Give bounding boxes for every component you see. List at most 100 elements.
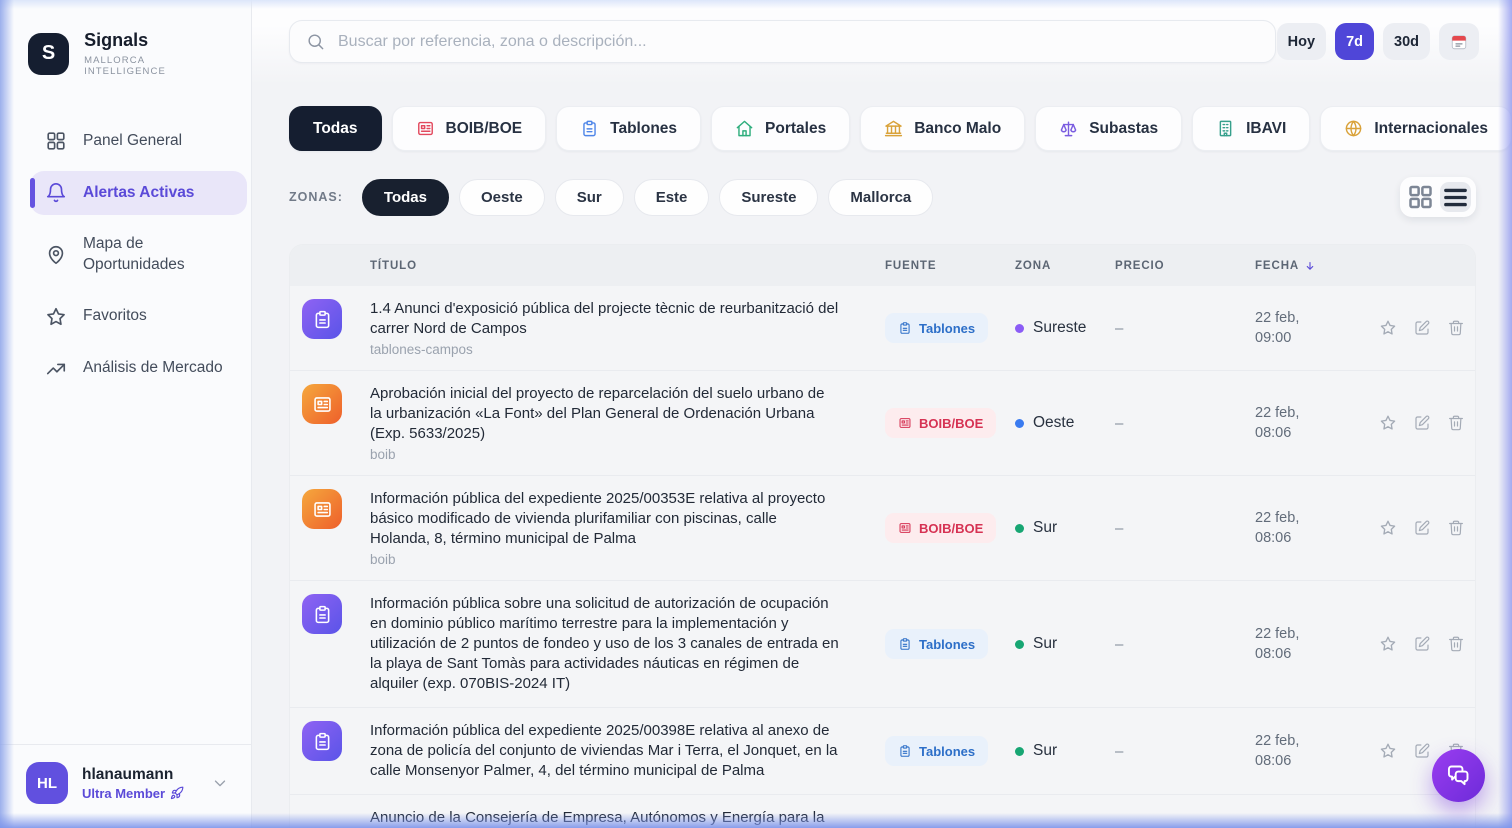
row-actions [1375,414,1475,432]
source-filter-internacionales[interactable]: Internacionales [1320,106,1512,151]
edit-button[interactable] [1413,519,1431,537]
favorite-button[interactable] [1379,519,1397,537]
edit-button[interactable] [1413,635,1431,653]
edit-button[interactable] [1413,319,1431,337]
delete-button[interactable] [1447,519,1465,537]
source-badge: BOIB/BOE [885,513,996,543]
column-header-precio[interactable]: PRECIO [1115,260,1255,272]
delete-button[interactable] [1447,635,1465,653]
chevron-down-icon[interactable] [211,774,229,792]
sidebar-item-favoritos[interactable]: Favoritos [30,295,247,339]
row-type-clipboard-icon [302,594,342,634]
delete-button[interactable] [1447,414,1465,432]
sidebar-item-analisis-de-mercado[interactable]: Análisis de Mercado [30,347,247,391]
time-filter-hoy[interactable]: Hoy [1277,23,1326,60]
newspaper-icon [898,416,912,430]
row-title: 1.4 Anunci d'exposició pública del proje… [370,299,839,339]
row-title: Anuncio de la Consejería de Empresa, Aut… [370,808,839,828]
sidebar-item-label: Mapa de Oportunidades [83,234,232,276]
table-row[interactable]: Aprobación inicial del proyecto de repar… [290,370,1475,475]
row-title: Información pública sobre una solicitud … [370,594,839,694]
grid-view-button[interactable] [1405,182,1436,212]
sidebar-item-mapa-de-oportunidades[interactable]: Mapa de Oportunidades [30,223,247,287]
source-filter-ibavi[interactable]: IBAVI [1192,106,1310,151]
table-row[interactable]: Anuncio de la Consejería de Empresa, Aut… [290,794,1475,828]
newspaper-icon [898,521,912,535]
column-header-titulo[interactable]: TÍTULO [370,260,885,272]
zone-cell: Sureste [1015,319,1115,337]
zones-label: ZONAS: [289,190,343,204]
delete-button[interactable] [1447,319,1465,337]
chat-bubbles-icon [1445,762,1472,789]
date-cell: 22 feb,08:06 [1255,624,1375,664]
row-title: Información pública del expediente 2025/… [370,489,839,549]
favorite-button[interactable] [1379,635,1397,653]
sidebar: S Signals MALLORCA INTELLIGENCE Panel Ge… [0,0,252,828]
zones-row: ZONAS: Todas Oeste Sur EsteSureste Mallorca [289,177,1476,217]
chat-fab[interactable] [1432,749,1485,802]
table-row[interactable]: Información pública del expediente 2025/… [290,475,1475,580]
edit-button[interactable] [1413,742,1431,760]
column-header-zona[interactable]: ZONA [1015,260,1115,272]
search-input[interactable] [338,33,1259,51]
column-header-fuente[interactable]: FUENTE [885,260,1015,272]
clipboard-icon [898,744,912,758]
user-name: hlanaumann [82,766,184,784]
zone-cell: Oeste [1015,414,1115,432]
table-row[interactable]: Información pública sobre una solicitud … [290,580,1475,707]
clipboard-icon [898,637,912,651]
table-row[interactable]: Información pública del expediente 2025/… [290,707,1475,794]
favorite-button[interactable] [1379,742,1397,760]
source-filter-banco-malo[interactable]: Banco Malo [860,106,1025,151]
column-header-fecha[interactable]: FECHA [1255,260,1375,272]
edit-button[interactable] [1413,414,1431,432]
source-filter-boib-boe[interactable]: BOIB/BOE [392,106,547,151]
zone-dot [1015,419,1024,428]
clipboard-icon [898,321,912,335]
time-filter-calendar[interactable] [1439,23,1479,60]
favorite-button[interactable] [1379,319,1397,337]
list-view-button[interactable] [1440,182,1471,212]
sidebar-item-alertas-activas[interactable]: Alertas Activas [30,171,247,215]
zone-pill-mallorca[interactable]: Mallorca [828,179,933,216]
zone-pill-este[interactable]: Este [634,179,710,216]
app-window: S Signals MALLORCA INTELLIGENCE Panel Ge… [0,0,1512,828]
row-subtitle: boib [370,552,839,567]
globe-icon [1344,119,1363,138]
zone-pill-sur[interactable]: Sur [555,179,624,216]
zone-pill-sureste[interactable]: Sureste [719,179,818,216]
row-subtitle: tablones-campos [370,342,839,357]
alerts-table: TÍTULOFUENTEZONAPRECIOFECHA 1.4 Anunci d… [289,244,1476,828]
zone-pill-oeste[interactable]: Oeste [459,179,545,216]
topbar: Hoy7d30d [252,0,1512,85]
user-card[interactable]: HL hlanaumann Ultra Member [0,744,251,828]
row-title: Aprobación inicial del proyecto de repar… [370,384,839,444]
row-subtitle: boib [370,447,839,462]
source-filter-subastas[interactable]: Subastas [1035,106,1182,151]
edit-icon [1413,414,1431,432]
search-icon [306,32,325,51]
time-filter-7d[interactable]: 7d [1335,23,1374,60]
trash-icon [1447,519,1465,537]
sidebar-item-label: Panel General [83,131,182,152]
zone-dot [1015,324,1024,333]
content: TodasBOIB/BOETablonesPortalesBanco MaloS… [252,85,1512,828]
favorite-button[interactable] [1379,414,1397,432]
zone-cell: Sur [1015,635,1115,653]
table-header: TÍTULOFUENTEZONAPRECIOFECHA [290,245,1475,286]
source-filter-portales[interactable]: Portales [711,106,850,151]
user-plan: Ultra Member [82,786,184,801]
edit-icon [1413,635,1431,653]
source-filter-todas[interactable]: Todas [289,106,382,151]
table-row[interactable]: 1.4 Anunci d'exposició pública del proje… [290,286,1475,370]
sort-desc-icon [1304,260,1316,272]
time-filter-30d[interactable]: 30d [1383,23,1430,60]
edit-icon [1413,319,1431,337]
row-type-clipboard-icon [302,721,342,761]
sidebar-item-panel-general[interactable]: Panel General [30,119,247,163]
source-filter-row: TodasBOIB/BOETablonesPortalesBanco MaloS… [289,106,1476,151]
zone-dot [1015,640,1024,649]
brand: S Signals MALLORCA INTELLIGENCE [0,26,251,107]
zone-pill-todas[interactable]: Todas [362,179,449,216]
source-filter-tablones[interactable]: Tablones [556,106,701,151]
